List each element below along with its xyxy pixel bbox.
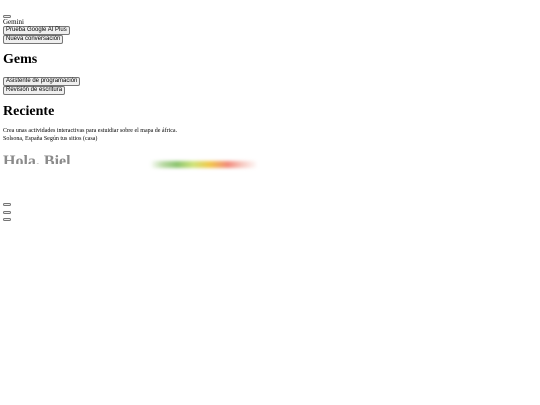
gems-heading: Gems [3, 52, 38, 67]
recent-heading: Reciente [3, 104, 55, 119]
gemini-page: Gemini Prueba Google AI Plus Nueva conve… [0, 0, 540, 405]
loading-gradient-bar [150, 161, 258, 168]
gem-coding-assistant[interactable]: Asistente de programación [3, 77, 81, 86]
input-action-button-2[interactable] [3, 211, 11, 214]
recent-conversation-item[interactable]: Crea unas actividades interactivas para … [3, 128, 177, 135]
new-chat-button[interactable]: Nueva conversación [3, 35, 64, 44]
greeting-text: Hola, Biel [3, 153, 71, 164]
input-action-button-3[interactable] [3, 218, 11, 221]
location-info: Solsona, España Según tus sitios (casa) [3, 136, 98, 142]
app-name: Gemini [3, 18, 24, 26]
gem-writing-review[interactable]: Revisión de escritura [3, 86, 66, 95]
input-action-button-1[interactable] [3, 203, 11, 206]
try-ai-plus-button[interactable]: Prueba Google AI Plus [3, 26, 70, 35]
